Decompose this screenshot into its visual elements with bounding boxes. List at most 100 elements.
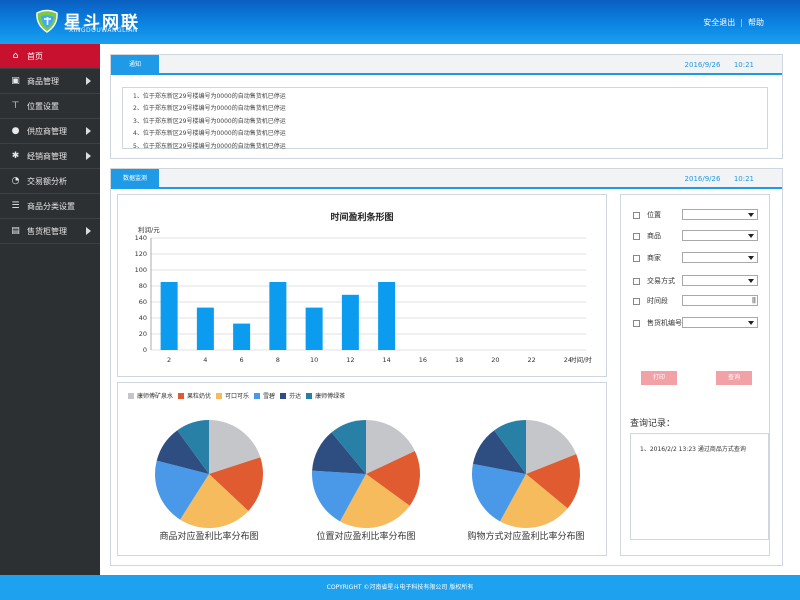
pie-icon: ◔ (11, 176, 20, 186)
sidebar-item-label: 位置设置 (27, 101, 59, 111)
x-tick-label: 20 (491, 356, 499, 364)
filter-machine-row: 售货机编号 (633, 317, 682, 329)
sidebar-item-pie[interactable]: ◔ 交易额分析 (0, 169, 100, 194)
bar-chart: 020406080100120140利润/元时间/时2 4 6 8 10 12 14 16 18… (135, 225, 593, 364)
top-links: 安全退出 | 帮助 (703, 17, 764, 28)
y-tick-label: 100 (135, 266, 147, 274)
sidebar-item-label: 首页 (27, 51, 43, 61)
sidebar-item-user[interactable]: ● 供应商管理 (0, 119, 100, 144)
notice-item: 5、位于郑东新区29号楼编号为0000的自动售货机已停运 (133, 142, 286, 150)
x-tick-label: 6 (240, 356, 244, 364)
query-record-item: 1、2016/2/2 13:23 通过商品方式查询 (640, 446, 746, 453)
sidebar-item-label: 交易额分析 (27, 176, 67, 186)
product-checkbox[interactable] (633, 232, 640, 240)
query-records-title: 查询记录： (630, 419, 676, 429)
chevron-down-icon (748, 279, 754, 283)
period-checkbox[interactable] (633, 297, 640, 305)
bar-10 (305, 307, 323, 350)
logout-link[interactable]: 安全退出 (703, 18, 735, 27)
logo-icon (36, 9, 58, 33)
sidebar-item-network[interactable]: ✱ 经销商管理 (0, 144, 100, 169)
chevron-right-icon (86, 77, 91, 85)
brand-subtitle: XINGDOUWANGLIAN (69, 27, 138, 34)
y-tick-label: 80 (139, 282, 147, 290)
filter-payment-row: 交易方式 (633, 275, 675, 287)
tab-data-monitor[interactable]: 数据监测 (111, 169, 159, 189)
data-monitor-panel: 数据监测 2016/9/26 10:21 时间盈利条形图 0 20 40 60 80 10… (110, 168, 783, 566)
user-icon: ● (11, 126, 20, 136)
y-tick-label: 140 (135, 234, 147, 242)
payment-pie-title: 购物方式对应盈利比率分布图 (467, 532, 585, 542)
chevron-right-icon (86, 127, 91, 135)
filter-location-row: 位置 (633, 209, 661, 221)
sidebar-item-list[interactable]: ☰ 商品分类设置 (0, 194, 100, 219)
monitor-datetime: 2016/9/26 10:21 (685, 175, 754, 183)
bar-12 (341, 294, 359, 350)
x-tick-label: 2 (167, 356, 171, 364)
merchant-checkbox[interactable] (633, 254, 640, 262)
chevron-down-icon (748, 234, 754, 238)
x-tick-label: 22 (527, 356, 535, 364)
monitor-date: 2016/9/26 (684, 175, 721, 183)
filter-product-row: 商品 (633, 230, 661, 242)
location-pie-title: 位置对应盈利比率分布图 (316, 532, 416, 542)
bar-14 (378, 282, 396, 350)
monitor-time: 10:21 (733, 175, 754, 183)
sidebar-item-cabinet[interactable]: ▤ 售货柜管理 (0, 219, 100, 244)
x-tick-label: 14 (382, 356, 390, 364)
bar-2 (160, 282, 178, 350)
chevron-down-icon (748, 321, 754, 325)
x-tick-label: 8 (276, 356, 280, 364)
y-tick-label: 60 (139, 298, 147, 306)
print-button[interactable]: 打印 (641, 371, 677, 385)
merchant-select[interactable] (682, 252, 758, 263)
top-header-bar: 星斗网联 XINGDOUWANGLIAN 安全退出 | 帮助 (0, 0, 800, 44)
query-button[interactable]: 查询 (716, 371, 752, 385)
sidebar: ⌂ 首页 ▣ 商品管理 ⊤ 位置设置 ● 供应商管理 ✱ 经销商管理 ◔ 交易额分析 ☰ 商品分类设置 ▤ 售… (0, 44, 100, 575)
location-label: 位置 (647, 211, 661, 219)
product-pie-title: 商品对应盈利比率分布图 (159, 532, 259, 542)
machine-label: 售货机编号 (647, 319, 682, 327)
sidebar-item-label: 供应商管理 (27, 126, 67, 136)
notice-item: 2、位于郑东新区29号楼编号为0000的自动售货机已停运 (133, 105, 286, 113)
x-tick-label: 18 (455, 356, 463, 364)
x-tick-label: 12 (346, 356, 354, 364)
x-tick-label: 16 (419, 356, 427, 364)
location-checkbox[interactable] (633, 211, 640, 219)
location-select[interactable] (682, 209, 758, 220)
bar-4 (196, 307, 214, 350)
notice-panel: 通知 2016/9/26 10:21 1、位于郑东新区29号楼编号为0000的自… (110, 54, 783, 159)
query-records-list: 1、2016/2/2 13:23 通过商品方式查询 (630, 433, 769, 540)
notice-date: 2016/9/26 (684, 61, 721, 69)
cabinet-icon: ▤ (11, 226, 20, 236)
x-tick-label: 4 (203, 356, 207, 364)
sidebar-item-label: 经销商管理 (27, 151, 67, 161)
filter-period-row: 时间段 (633, 295, 668, 307)
box-icon: ▣ (11, 76, 20, 86)
period-date-input[interactable]: ||| (682, 295, 758, 306)
y-axis-label: 利润/元 (138, 225, 160, 234)
filter-merchant-row: 商家 (633, 252, 661, 264)
period-label: 时间段 (647, 297, 668, 305)
machine-select[interactable] (682, 317, 758, 328)
payment-checkbox[interactable] (633, 277, 640, 285)
sidebar-item-home[interactable]: ⌂ 首页 (0, 44, 100, 69)
notice-time: 10:21 (733, 61, 754, 69)
y-tick-label: 20 (139, 330, 147, 338)
machine-checkbox[interactable] (633, 319, 640, 327)
x-tick-label: 24 (564, 356, 572, 364)
help-link[interactable]: 帮助 (748, 18, 764, 27)
product-select[interactable] (682, 230, 758, 241)
home-icon: ⌂ (12, 51, 19, 61)
filter-panel: 位置 商品 商家 交易方式 时间段 ||| 售货机编号 打印 查询 查询记录： … (620, 194, 770, 556)
payment-select[interactable] (682, 275, 758, 286)
monitor-panel-header: 数据监测 2016/9/26 10:21 (111, 169, 782, 189)
bar-6 (233, 323, 251, 350)
notice-item: 1、位于郑东新区29号楼编号为0000的自动售货机已停运 (133, 93, 286, 100)
y-tick-label: 0 (143, 346, 147, 354)
sidebar-item-label: 售货柜管理 (27, 226, 67, 236)
sidebar-item-box[interactable]: ▣ 商品管理 (0, 69, 100, 94)
tab-notice[interactable]: 通知 (111, 55, 159, 75)
pie-charts-box: 康师傅矿泉水 果粒奶优 可口可乐 雪碧 芬达 康师傅绿茶 商品对应盈利比率分布图 位置对应… (117, 382, 607, 556)
sidebar-item-signpost[interactable]: ⊤ 位置设置 (0, 94, 100, 119)
